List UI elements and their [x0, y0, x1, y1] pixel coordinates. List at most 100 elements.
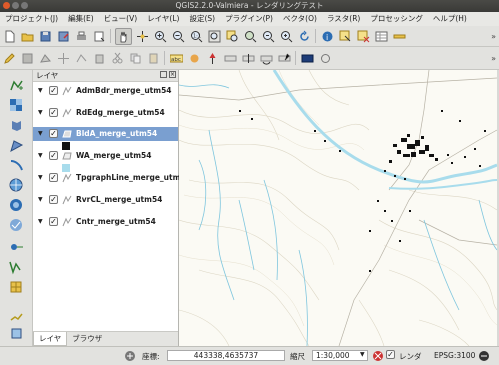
layer-visibility-checkbox[interactable]: ✓ [49, 217, 58, 226]
float-panel-icon[interactable] [160, 71, 167, 78]
zoom-last-icon[interactable] [261, 29, 276, 44]
toggle-editing-icon[interactable] [2, 51, 17, 66]
add-wms-layer-icon[interactable] [9, 178, 24, 193]
cut-features-icon[interactable] [110, 51, 125, 66]
label-abc-icon[interactable]: abc [169, 51, 184, 66]
layer-item-rvrcl[interactable]: ▼ ✓ RvrCL_merge_utm54 [33, 193, 178, 207]
minimize-window-button[interactable] [12, 2, 19, 9]
pan-to-selection-icon[interactable] [135, 29, 150, 44]
move-label-icon[interactable] [241, 51, 256, 66]
add-wcs-layer-icon[interactable] [9, 198, 24, 213]
close-window-button[interactable] [3, 2, 10, 9]
expand-arrow-icon[interactable]: ▼ [38, 196, 43, 203]
edit-toolbar-overflow-icon[interactable]: » [491, 54, 496, 63]
layer-visibility-checkbox[interactable]: ✓ [49, 129, 58, 138]
render-checkbox[interactable]: ✓ [386, 350, 395, 359]
menu-help[interactable]: ヘルプ(H) [428, 12, 472, 26]
layer-labeling-icon[interactable] [187, 51, 202, 66]
layer-item-tpgraphline[interactable]: ▼ ✓ TpgraphLine_merge_utm54 [33, 171, 191, 185]
change-label-icon[interactable] [277, 51, 292, 66]
open-project-icon[interactable] [20, 29, 35, 44]
tab-layers[interactable]: レイヤ [33, 332, 68, 346]
add-mssql-layer-icon[interactable] [9, 158, 24, 173]
add-spatialite-layer-icon[interactable] [9, 138, 24, 153]
digitize-icon[interactable] [300, 51, 315, 66]
close-panel-icon[interactable]: × [169, 71, 176, 78]
expand-arrow-icon[interactable]: ▼ [38, 130, 43, 137]
menu-layer[interactable]: レイヤ(L) [142, 12, 184, 26]
expand-arrow-icon[interactable]: ▼ [38, 218, 43, 225]
identify-icon[interactable]: i [320, 29, 335, 44]
composer-manager-icon[interactable] [92, 29, 107, 44]
menu-plugins[interactable]: プラグイン(P) [220, 12, 278, 26]
layer-item-admbdr[interactable]: ▼ ✓ AdmBdr_merge_utm54 [33, 84, 178, 98]
layer-item-blda[interactable]: ▼ ✓ BldA_merge_utm54 [33, 127, 178, 141]
layer-item-rdedg[interactable]: ▼ ✓ RdEdg_merge_utm54 [33, 106, 178, 120]
menu-edit[interactable]: 編集(E) [63, 12, 99, 26]
refresh-icon[interactable] [297, 29, 312, 44]
zoom-full-icon[interactable] [207, 29, 222, 44]
message-log-icon[interactable] [478, 350, 490, 362]
deselect-icon[interactable] [356, 29, 371, 44]
expand-arrow-icon[interactable]: ▼ [38, 152, 43, 159]
layer-visibility-checkbox[interactable]: ✓ [49, 173, 58, 182]
show-hide-labels-icon[interactable] [223, 51, 238, 66]
layer-visibility-checkbox[interactable]: ✓ [49, 151, 58, 160]
coordinate-field[interactable]: 443338,4635737 [167, 350, 285, 361]
tab-browser[interactable]: ブラウザ [67, 332, 107, 346]
pan-hand-icon[interactable] [114, 27, 132, 45]
gps-track-icon[interactable] [9, 308, 24, 323]
add-wfs-layer-icon[interactable] [9, 218, 24, 233]
node-tool-icon[interactable] [74, 51, 89, 66]
copy-features-icon[interactable] [128, 51, 143, 66]
new-shapefile-icon[interactable] [9, 260, 24, 275]
add-postgis-layer-icon[interactable] [9, 118, 24, 133]
zoom-actual-size-icon[interactable]: 1:1 [189, 29, 204, 44]
layer-item-cntr[interactable]: ▼ ✓ Cntr_merge_utm54 [33, 215, 178, 229]
map-canvas[interactable] [179, 70, 497, 346]
zoom-to-layer-icon[interactable] [243, 29, 258, 44]
coordinate-toggle-icon[interactable] [124, 350, 136, 362]
delete-selected-icon[interactable] [92, 51, 107, 66]
print-composer-icon[interactable] [74, 29, 89, 44]
add-vector-layer-icon[interactable] [9, 78, 24, 93]
toolbar-overflow-icon[interactable]: » [491, 32, 496, 41]
expand-arrow-icon[interactable]: ▼ [38, 109, 43, 116]
paste-features-icon[interactable] [146, 51, 161, 66]
menu-project[interactable]: プロジェクト(J) [0, 12, 63, 26]
measure-icon[interactable] [392, 29, 407, 44]
layer-visibility-checkbox[interactable]: ✓ [49, 195, 58, 204]
menu-raster[interactable]: ラスタ(R) [322, 12, 365, 26]
menu-processing[interactable]: プロセッシング [365, 12, 428, 26]
add-csv-icon[interactable] [9, 326, 24, 341]
crs-status[interactable]: EPSG:3100 [434, 351, 475, 360]
save-edits-icon[interactable] [20, 51, 35, 66]
expand-arrow-icon[interactable]: ▼ [38, 174, 43, 181]
expand-arrow-icon[interactable]: ▼ [38, 87, 43, 94]
zoom-next-icon[interactable] [279, 29, 294, 44]
zoom-out-icon[interactable] [171, 29, 186, 44]
add-raster-layer-icon[interactable] [9, 98, 24, 113]
layer-visibility-checkbox[interactable]: ✓ [49, 86, 58, 95]
menu-view[interactable]: ビュー(V) [99, 12, 142, 26]
save-as-icon[interactable] [56, 29, 71, 44]
chevron-down-icon[interactable]: ▼ [360, 351, 365, 358]
new-project-icon[interactable] [2, 29, 17, 44]
save-project-icon[interactable] [38, 29, 53, 44]
rotate-label-icon[interactable] [259, 51, 274, 66]
layer-item-wa[interactable]: ▼ ✓ WA_merge_utm54 [33, 149, 178, 163]
zoom-in-icon[interactable] [153, 29, 168, 44]
attribute-table-icon[interactable] [374, 29, 389, 44]
select-feature-icon[interactable] [338, 29, 353, 44]
add-delimited-text-icon[interactable] [9, 238, 24, 253]
zoom-to-selection-icon[interactable] [225, 29, 240, 44]
layer-visibility-checkbox[interactable]: ✓ [49, 108, 58, 117]
pin-labels-icon[interactable] [205, 51, 220, 66]
move-feature-icon[interactable] [56, 51, 71, 66]
stop-render-icon[interactable] [372, 350, 384, 362]
maximize-window-button[interactable] [21, 2, 28, 9]
menu-settings[interactable]: 設定(S) [184, 12, 220, 26]
gps-tool-icon[interactable] [318, 51, 333, 66]
menu-vector[interactable]: ベクタ(O) [278, 12, 322, 26]
new-spatialite-icon[interactable] [9, 280, 24, 295]
